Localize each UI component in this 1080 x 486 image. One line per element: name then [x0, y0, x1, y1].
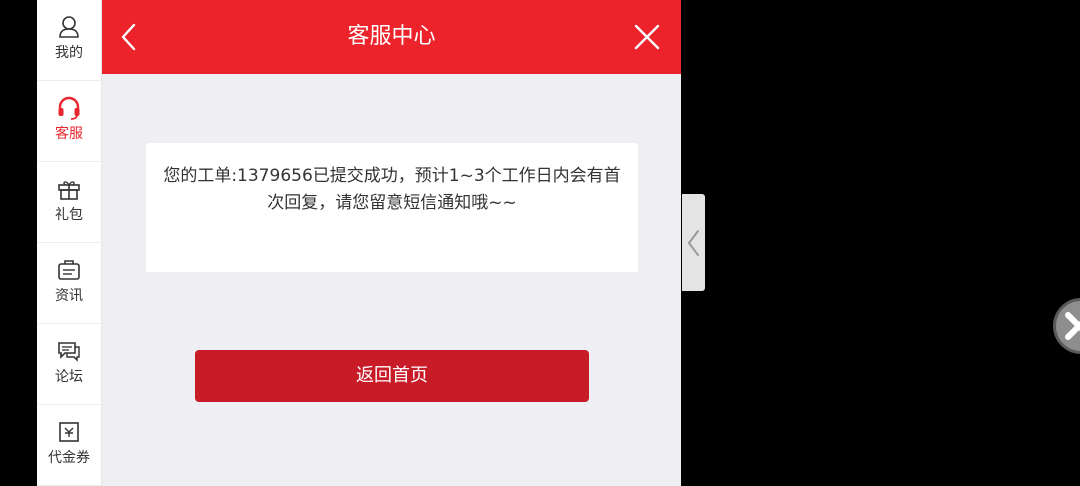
left-edge — [0, 0, 37, 486]
sidebar-item-mine[interactable]: 我的 — [37, 0, 101, 81]
close-icon — [1065, 312, 1080, 340]
back-button[interactable] — [116, 20, 142, 54]
close-button[interactable] — [632, 22, 662, 52]
forum-icon — [56, 338, 82, 364]
sidebar-item-label: 资讯 — [55, 288, 83, 304]
sidebar-item-label: 论坛 — [55, 369, 83, 385]
ticket-message-card: 您的工单:1379656已提交成功，预计1~3个工作日内会有首次回复，请您留意短… — [146, 143, 638, 272]
sidebar-item-news[interactable]: 资讯 — [37, 243, 101, 324]
chevron-left-icon — [121, 23, 136, 51]
sidebar-item-forum[interactable]: 论坛 — [37, 324, 101, 405]
gift-icon — [56, 176, 82, 202]
sidebar-item-voucher[interactable]: 代金券 — [37, 405, 101, 486]
ticket-message-text: 您的工单:1379656已提交成功，预计1~3个工作日内会有首次回复，请您留意短… — [163, 166, 621, 213]
floating-assist-button[interactable] — [1053, 298, 1080, 354]
sidebar-item-service[interactable]: 客服 — [37, 81, 101, 162]
page-title: 客服中心 — [347, 24, 436, 49]
chevron-left-icon — [688, 230, 699, 256]
service-center-panel: 客服中心 您的工单:1379656已提交成功，预计1~3个工作日内会有首次回复，… — [102, 0, 681, 486]
sidebar-item-label: 我的 — [55, 45, 83, 61]
headset-icon — [56, 95, 82, 121]
sidebar: 我的 客服 礼包 资讯 论坛 代金券 — [37, 0, 102, 486]
user-icon — [56, 14, 82, 40]
news-icon — [56, 257, 82, 283]
return-home-button[interactable]: 返回首页 — [195, 350, 589, 402]
close-icon — [634, 24, 660, 50]
sidebar-item-label: 礼包 — [55, 207, 83, 223]
collapse-handle[interactable] — [682, 194, 705, 291]
header-bar: 客服中心 — [102, 0, 681, 74]
sidebar-item-label: 代金券 — [48, 450, 90, 466]
sidebar-item-label: 客服 — [55, 126, 83, 142]
voucher-icon — [56, 419, 82, 445]
sidebar-item-gift[interactable]: 礼包 — [37, 162, 101, 243]
screen: 我的 客服 礼包 资讯 论坛 代金券 客服中心 您的工单:1379656已提交成… — [0, 0, 1080, 486]
